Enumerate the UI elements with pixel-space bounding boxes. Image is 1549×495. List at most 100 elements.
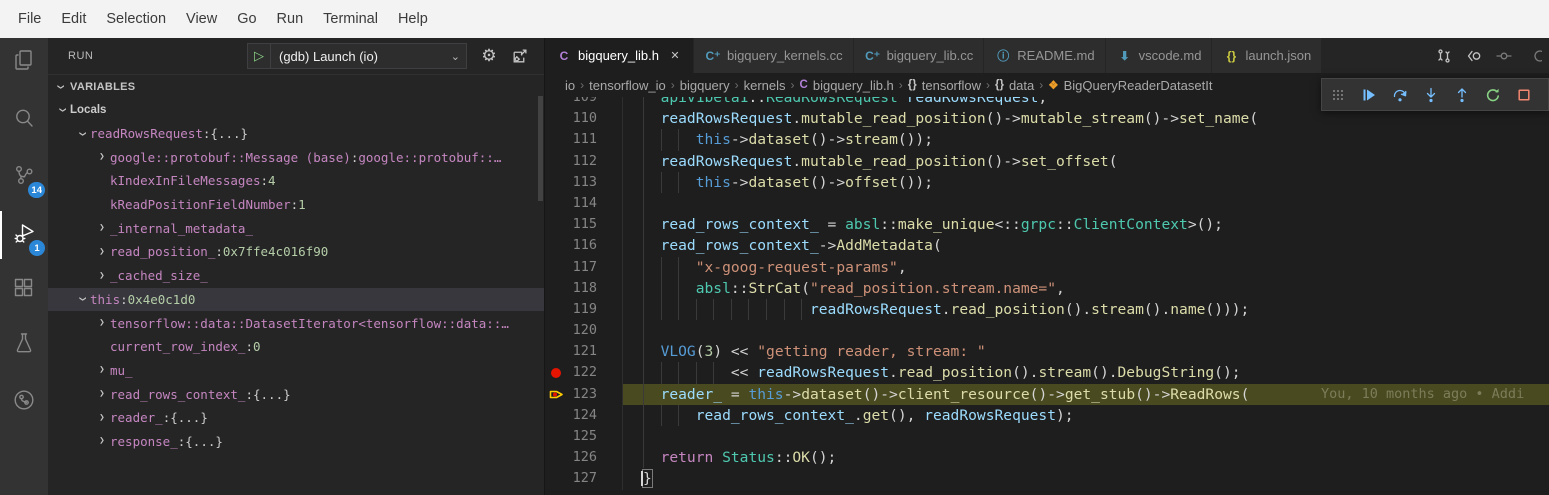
launch-config-dropdown[interactable]: ▷ (gdb) Launch (io) ⌄ xyxy=(247,43,467,69)
breadcrumb-item[interactable]: Cbigquery_lib.h xyxy=(800,78,894,93)
tab-bigquery-lib-cc[interactable]: C⁺bigquery_lib.cc xyxy=(854,38,985,73)
code-line-120[interactable]: 120 xyxy=(545,320,1549,341)
code-token: ( xyxy=(1249,110,1258,127)
code-line-112[interactable]: 112readRowsRequest.mutable_read_position… xyxy=(545,151,1549,172)
activity-item-extensions[interactable] xyxy=(0,266,48,314)
current-line-arrow-icon[interactable] xyxy=(545,388,567,401)
breadcrumb-item[interactable]: io xyxy=(565,78,575,93)
breadcrumb-item[interactable]: kernels xyxy=(744,78,786,93)
code-line-110[interactable]: 110readRowsRequest.mutable_read_position… xyxy=(545,108,1549,129)
code-token: ); xyxy=(1056,407,1074,424)
start-debug-play-icon[interactable]: ▷ xyxy=(248,44,271,68)
git-compare-icon[interactable] xyxy=(1429,38,1459,73)
step-out-button[interactable] xyxy=(1446,78,1477,111)
tab-launch-json[interactable]: {}launch.json xyxy=(1212,38,1322,73)
code-line-126[interactable]: 126return Status::OK(); xyxy=(545,447,1549,468)
tree-row[interactable]: ❯Locals xyxy=(48,98,544,122)
breadcrumb-item[interactable]: bigquery xyxy=(680,78,730,93)
indent-guide xyxy=(643,108,661,129)
variables-section-header[interactable]: ❯ VARIABLES xyxy=(48,74,544,98)
code-token: "read_position.stream.name=" xyxy=(810,280,1056,297)
tree-row[interactable]: ❯read_rows_context_: {...} xyxy=(48,382,544,406)
step-over-button[interactable] xyxy=(1384,78,1415,111)
tree-row[interactable]: kIndexInFileMessages: 4 xyxy=(48,169,544,193)
git-commit-icon[interactable] xyxy=(1489,38,1519,73)
menu-item-go[interactable]: Go xyxy=(227,6,266,32)
tree-row[interactable]: ❯response_: {...} xyxy=(48,430,544,454)
breadcrumb-item[interactable]: tensorflow_io xyxy=(589,78,666,93)
breadcrumb-item[interactable]: {}data xyxy=(995,78,1034,93)
gutter: 122 xyxy=(545,362,622,383)
tree-row[interactable]: ❯read_position_: 0x7ffe4c016f90 xyxy=(48,240,544,264)
continue-button[interactable] xyxy=(1353,78,1384,111)
line-number: 120 xyxy=(567,320,597,341)
breakpoint-icon[interactable] xyxy=(545,368,567,378)
tab-bigquery-lib-h[interactable]: Cbigquery_lib.h✕ xyxy=(545,38,694,73)
code-line-111[interactable]: 111this->dataset()->stream()); xyxy=(545,129,1549,150)
stop-button[interactable] xyxy=(1508,78,1539,111)
variable-text: _internal_metadata_ xyxy=(110,221,253,236)
code-token: ; xyxy=(1038,97,1047,106)
activity-item-remote-runner[interactable] xyxy=(0,378,48,426)
code-line-119[interactable]: 119readRowsRequest.read_position().strea… xyxy=(545,299,1549,320)
clipped-edge-icon[interactable] xyxy=(1519,38,1549,73)
restart-button[interactable] xyxy=(1477,78,1508,111)
code-token: ()); xyxy=(898,131,933,148)
line-number: 127 xyxy=(567,468,597,489)
code-line-122[interactable]: 122<< readRowsRequest.read_position().st… xyxy=(545,362,1549,383)
activity-item-search[interactable] xyxy=(0,96,48,144)
code-line-125[interactable]: 125 xyxy=(545,426,1549,447)
code-line-123[interactable]: 123reader_ = this->dataset()->client_res… xyxy=(545,384,1549,405)
indent-guide xyxy=(661,129,679,150)
breadcrumb-label: io xyxy=(565,78,575,93)
prev-change-icon[interactable] xyxy=(1459,38,1489,73)
tab-bar: Cbigquery_lib.h✕C⁺bigquery_kernels.ccC⁺b… xyxy=(545,38,1549,73)
activity-item-testing[interactable] xyxy=(0,321,48,369)
code-line-127[interactable]: 127} xyxy=(545,468,1549,489)
tree-row[interactable]: ❯mu_ xyxy=(48,359,544,383)
tree-row[interactable]: ❯reader_: {...} xyxy=(48,406,544,430)
step-into-button[interactable] xyxy=(1415,78,1446,111)
open-debug-console-icon[interactable] xyxy=(506,43,532,69)
tree-row[interactable]: kReadPositionFieldNumber: 1 xyxy=(48,193,544,217)
menu-item-edit[interactable]: Edit xyxy=(51,6,96,32)
variable-text: kReadPositionFieldNumber xyxy=(110,197,291,212)
tab-bigquery-kernels-cc[interactable]: C⁺bigquery_kernels.cc xyxy=(694,38,854,73)
menu-item-terminal[interactable]: Terminal xyxy=(313,6,388,32)
code-token: = xyxy=(819,216,845,233)
tab-readme-md[interactable]: ⓘREADME.md xyxy=(984,38,1105,73)
close-icon[interactable]: ✕ xyxy=(667,49,683,62)
menu-item-help[interactable]: Help xyxy=(388,6,438,32)
code-line-114[interactable]: 114 xyxy=(545,193,1549,214)
gear-icon[interactable]: ⚙ xyxy=(476,43,502,69)
code-editor[interactable]: 109apiv1beta1::ReadRowsRequest readRowsR… xyxy=(545,97,1549,495)
code-line-124[interactable]: 124read_rows_context_.get(), readRowsReq… xyxy=(545,405,1549,426)
activity-item-run-and-debug[interactable]: 1 xyxy=(0,211,48,259)
variable-text: current_row_index_ xyxy=(110,339,245,354)
tree-row[interactable]: ❯_internal_metadata_ xyxy=(48,216,544,240)
code-token: stream xyxy=(845,131,898,148)
code-line-113[interactable]: 113this->dataset()->offset()); xyxy=(545,172,1549,193)
menu-item-view[interactable]: View xyxy=(176,6,227,32)
code-line-121[interactable]: 121VLOG(3) << "getting reader, stream: " xyxy=(545,341,1549,362)
menu-item-file[interactable]: File xyxy=(8,6,51,32)
menu-item-run[interactable]: Run xyxy=(267,6,314,32)
code-line-116[interactable]: 116read_rows_context_->AddMetadata( xyxy=(545,235,1549,256)
tab-vscode-md[interactable]: ⬇vscode.md xyxy=(1106,38,1213,73)
code-line-118[interactable]: 118absl::StrCat("read_position.stream.na… xyxy=(545,278,1549,299)
code-line-117[interactable]: 117"x-goog-request-params", xyxy=(545,257,1549,278)
breadcrumb-item[interactable]: {}tensorflow xyxy=(908,78,981,93)
tree-row[interactable]: current_row_index_: 0 xyxy=(48,335,544,359)
tree-row[interactable]: ❯google::protobuf::Message (base): googl… xyxy=(48,145,544,169)
activity-item-source-control[interactable]: 14 xyxy=(0,153,48,201)
sidebar-scrollbar[interactable] xyxy=(538,96,543,201)
tree-row[interactable]: ❯tensorflow::data::DatasetIterator<tenso… xyxy=(48,311,544,335)
code-text: read_rows_context_->AddMetadata( xyxy=(622,235,1549,256)
tree-row[interactable]: ❯this: 0x4e0c1d0 xyxy=(48,288,544,312)
breadcrumb-item[interactable]: ❖BigQueryReaderDatasetIt xyxy=(1048,78,1212,93)
tree-row[interactable]: ❯readRowsRequest: {...} xyxy=(48,122,544,146)
activity-item-explorer[interactable] xyxy=(0,38,48,86)
code-line-115[interactable]: 115read_rows_context_ = absl::make_uniqu… xyxy=(545,214,1549,235)
tree-row[interactable]: ❯_cached_size_ xyxy=(48,264,544,288)
menu-item-selection[interactable]: Selection xyxy=(96,6,176,32)
